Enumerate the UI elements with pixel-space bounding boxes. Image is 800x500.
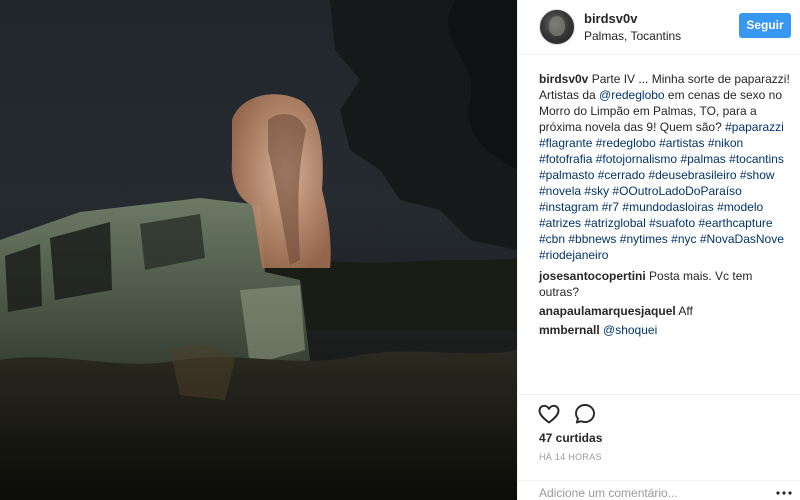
hashtag-link[interactable]: #fotofrafia <box>539 152 592 166</box>
hashtag-link[interactable]: #atrizes <box>539 216 581 230</box>
post-username[interactable]: birdsv0v <box>584 11 637 26</box>
hashtag-link[interactable]: #cerrado <box>598 168 645 182</box>
hashtag-link[interactable]: #riodejaneiro <box>539 248 608 262</box>
speech-bubble-icon[interactable] <box>573 402 597 426</box>
text-fragment: Aff <box>675 304 693 318</box>
hashtag-link[interactable]: #bbnews <box>568 232 616 246</box>
hashtag-link[interactable]: #instagram <box>539 200 598 214</box>
hashtag-link[interactable]: #tocantins <box>729 152 784 166</box>
hashtag-link[interactable]: #deusebrasileiro <box>648 168 736 182</box>
heart-outline-icon[interactable] <box>537 402 561 426</box>
caption-username[interactable]: birdsv0v <box>539 72 588 86</box>
add-comment-bar <box>518 480 800 500</box>
hashtag-link[interactable]: #redeglobo <box>596 136 656 150</box>
comment-item: mmbernall @shoquei <box>539 322 793 338</box>
avatar[interactable] <box>539 9 575 45</box>
likes-count[interactable]: 47 curtidas <box>539 431 602 445</box>
hashtag-link[interactable]: #palmasto <box>539 168 594 182</box>
post-header: birdsv0v Palmas, Tocantins Seguir <box>518 0 800 55</box>
hashtag-link[interactable]: #sky <box>584 184 609 198</box>
photo-scene <box>0 0 517 500</box>
post-actions: 47 curtidas HÁ 14 HORAS <box>518 394 800 494</box>
mention-link[interactable]: @redeglobo <box>599 88 665 102</box>
post-caption: birdsv0v Parte IV ... Minha sorte de pap… <box>539 71 793 263</box>
comment-username[interactable]: mmbernall <box>539 323 600 337</box>
hashtag-link[interactable]: #suafoto <box>649 216 695 230</box>
grass-highlight <box>170 344 235 400</box>
comments-list: birdsv0v Parte IV ... Minha sorte de pap… <box>539 71 793 338</box>
caption-text: Parte IV ... Minha sorte de paparazzi! A… <box>539 72 790 262</box>
hashtag-link[interactable]: #paparazzi <box>725 120 784 134</box>
hashtag-link[interactable]: #modelo <box>717 200 763 214</box>
comment-thread: josesantocopertini Posta mais. Vc tem ou… <box>539 268 793 338</box>
hashtag-link[interactable]: #novela <box>539 184 581 198</box>
truck-window <box>5 244 42 312</box>
hashtag-link[interactable]: #nikon <box>708 136 743 150</box>
comment-username[interactable]: josesantocopertini <box>539 269 646 283</box>
hashtag-link[interactable]: #OOutroLadoDoParaíso <box>612 184 741 198</box>
hashtag-link[interactable]: #show <box>740 168 775 182</box>
post-timestamp[interactable]: HÁ 14 HORAS <box>539 452 602 462</box>
post-location[interactable]: Palmas, Tocantins <box>584 29 681 43</box>
ellipsis-icon[interactable] <box>775 486 793 500</box>
hashtag-link[interactable]: #fotojornalismo <box>596 152 677 166</box>
post-sidebar: birdsv0v Palmas, Tocantins Seguir birdsv… <box>517 0 800 500</box>
hashtag-link[interactable]: #flagrante <box>539 136 592 150</box>
comment-item: josesantocopertini Posta mais. Vc tem ou… <box>539 268 793 300</box>
hashtag-link[interactable]: #earthcapture <box>698 216 772 230</box>
hashtag-link[interactable]: #palmas <box>680 152 725 166</box>
hashtag-link[interactable]: #nyc <box>671 232 696 246</box>
hashtag-link[interactable]: #cbn <box>539 232 565 246</box>
follow-button[interactable]: Seguir <box>739 13 791 38</box>
comment-item: anapaulamarquesjaquel Aff <box>539 303 793 319</box>
post-photo[interactable] <box>0 0 517 500</box>
mention-link[interactable]: @shoquei <box>603 323 657 337</box>
hashtag-link[interactable]: #NovaDasNove <box>700 232 784 246</box>
hashtag-link[interactable]: #mundodasloiras <box>622 200 713 214</box>
hashtag-link[interactable]: #artistas <box>659 136 704 150</box>
comment-input[interactable] <box>539 486 759 500</box>
hashtag-link[interactable]: #atrizglobal <box>584 216 645 230</box>
grass-foreground <box>0 350 517 500</box>
hashtag-link[interactable]: #nytimes <box>620 232 668 246</box>
hashtag-link[interactable]: #r7 <box>602 200 619 214</box>
comment-username[interactable]: anapaulamarquesjaquel <box>539 304 676 318</box>
